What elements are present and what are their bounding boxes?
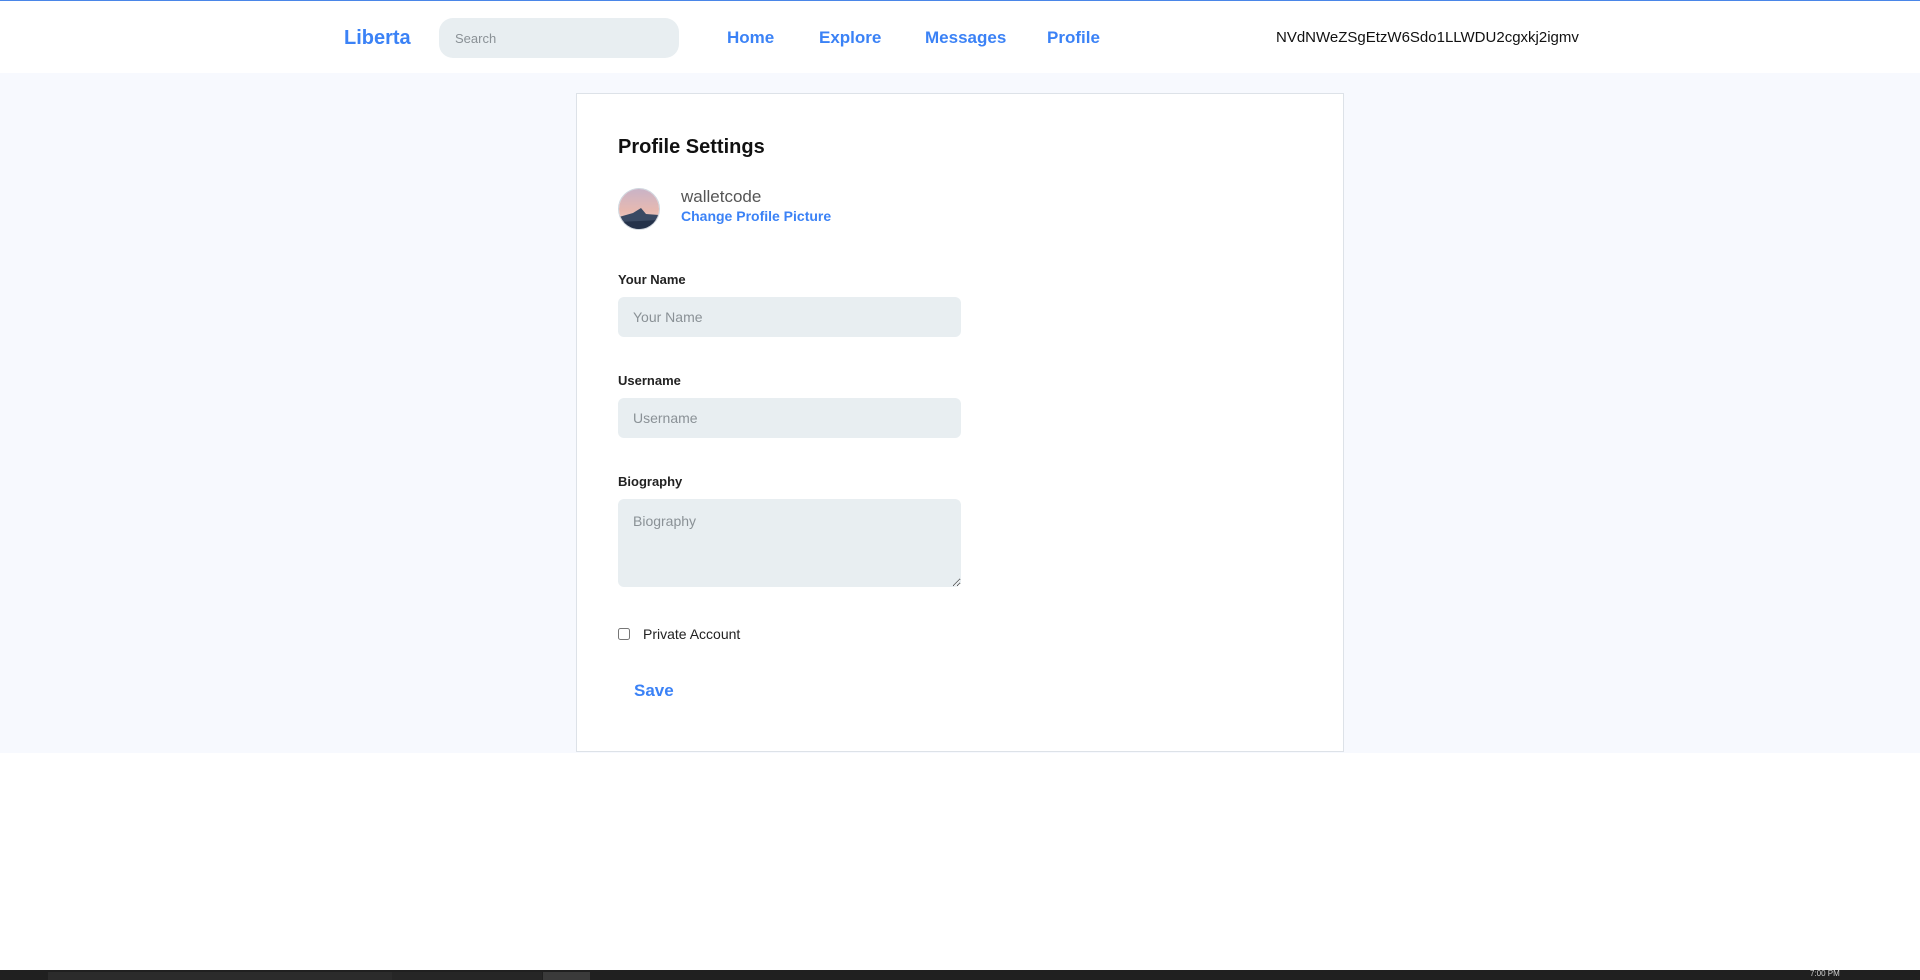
navbar: Liberta Home Explore Messages Profile NV… — [0, 1, 1920, 73]
taskbar-clock[interactable]: 7:00 PM — [1810, 970, 1840, 978]
page-title: Profile Settings — [618, 136, 765, 158]
profile-username: walletcode — [681, 187, 762, 206]
nav-link-explore[interactable]: Explore — [819, 28, 881, 48]
biography-label: Biography — [618, 474, 683, 489]
save-button[interactable]: Save — [618, 675, 690, 707]
avatar-image — [619, 189, 659, 229]
name-field[interactable] — [618, 297, 961, 337]
os-taskbar: 7:00 PM — [0, 970, 1920, 980]
taskbar-item[interactable] — [543, 972, 590, 980]
avatar[interactable] — [618, 188, 660, 230]
private-account-label: Private Account — [643, 626, 741, 642]
name-label: Your Name — [618, 272, 686, 287]
nav-link-profile[interactable]: Profile — [1047, 28, 1100, 48]
brand-logo[interactable]: Liberta — [344, 27, 411, 50]
private-account-row: Private Account — [618, 626, 740, 642]
private-account-checkbox[interactable] — [618, 628, 630, 640]
change-profile-picture-link[interactable]: Change Profile Picture — [681, 208, 831, 224]
username-field[interactable] — [618, 398, 961, 438]
nav-link-home[interactable]: Home — [727, 28, 774, 48]
search-input[interactable] — [439, 18, 679, 58]
wallet-address: NVdNWeZSgEtzW6Sdo1LLWDU2cgxkj2igmv — [1276, 29, 1579, 46]
taskbar-item[interactable] — [392, 972, 542, 980]
taskbar-item[interactable] — [48, 972, 392, 980]
biography-field[interactable] — [618, 499, 961, 587]
nav-link-messages[interactable]: Messages — [925, 28, 1006, 48]
username-label: Username — [618, 373, 681, 388]
profile-settings-card: Profile Settings walletcode Change Profi… — [576, 93, 1344, 752]
